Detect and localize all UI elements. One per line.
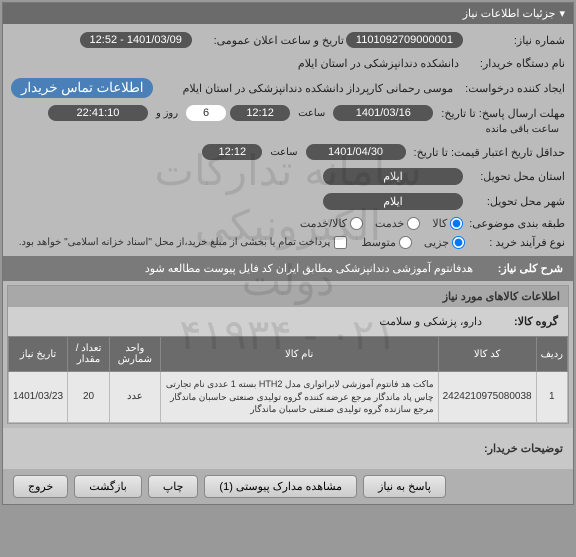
province-value: ایلام: [323, 168, 463, 185]
deadline-label: مهلت ارسال پاسخ: تا تاریخ:: [435, 107, 565, 120]
respond-button[interactable]: پاسخ به نیاز: [363, 475, 446, 498]
goods-table: ردیف کد کالا نام کالا واحد شمارش تعداد /…: [8, 336, 568, 423]
footer-buttons: پاسخ به نیاز مشاهده مدارک پیوستی (1) چاپ…: [3, 469, 573, 504]
radio-service[interactable]: خدمت: [375, 217, 420, 230]
hour-label-1: ساعت: [292, 106, 331, 121]
valid-date: 1401/04/30: [306, 144, 406, 160]
valid-hour: 12:12: [202, 144, 262, 160]
overall-desc-label: شرح کلی نیاز:: [473, 262, 563, 275]
radio-partial-input[interactable]: [452, 236, 465, 249]
panel-header: ▾ جزئیات اطلاعات نیاز: [3, 3, 573, 24]
chevron-down-icon: ▾: [559, 7, 565, 20]
topic-class-label: طبقه بندی موضوعی:: [463, 217, 565, 230]
goods-header: اطلاعات کالاهای مورد نیاز: [8, 286, 568, 307]
treasury-checkbox-row[interactable]: پرداخت تمام یا بخشی از مبلغ خرید،از محل …: [19, 236, 348, 249]
radio-medium-input[interactable]: [399, 236, 412, 249]
cell-name: ماکت هد فانتوم آموزشی لابراتواری مدل HTH…: [160, 372, 438, 423]
buyer-org-value: دانشکده دندانپزشکی در استان ایلام: [292, 55, 465, 72]
back-button[interactable]: بازگشت: [74, 475, 142, 498]
radio-both[interactable]: کالا/خدمت: [300, 217, 363, 230]
radio-goods[interactable]: کالا: [432, 217, 463, 230]
treasury-checkbox[interactable]: [334, 236, 347, 249]
col-row: ردیف: [536, 337, 567, 372]
col-unit: واحد شمارش: [110, 337, 161, 372]
attachments-button[interactable]: مشاهده مدارک پیوستی (1): [204, 475, 357, 498]
panel-title: جزئیات اطلاعات نیاز: [463, 7, 556, 20]
col-name: نام کالا: [160, 337, 438, 372]
cell-idx: 1: [536, 372, 567, 423]
need-no-label: شماره نیاز:: [465, 34, 565, 47]
radio-partial[interactable]: جزیی: [424, 236, 465, 249]
radio-medium[interactable]: متوسط: [361, 236, 412, 249]
print-button[interactable]: چاپ: [148, 475, 199, 498]
hour-label-2: ساعت: [264, 145, 303, 160]
treasury-note: پرداخت تمام یا بخشی از مبلغ خرید،از محل …: [19, 237, 331, 248]
city-label: شهر محل تحویل:: [465, 195, 565, 208]
table-row: 1 2424210975080038 ماکت هد فانتوم آموزشی…: [9, 372, 568, 423]
overall-desc-text: هدفانتوم آموزشی دندانپزشکی مطابق ایران ک…: [145, 262, 473, 275]
requester-label: ایجاد کننده درخواست:: [459, 82, 565, 95]
deadline-hour: 12:12: [230, 105, 290, 121]
public-date-value: 1401/03/09 - 12:52: [80, 32, 192, 48]
radio-service-input[interactable]: [407, 217, 420, 230]
buyer-notes-label: توضیحات خریدار:: [484, 443, 563, 455]
cell-code: 2424210975080038: [438, 372, 536, 423]
days-pre: روز و: [150, 106, 184, 121]
details-body: شماره نیاز: 1101092709000001 تاریخ و ساع…: [3, 24, 573, 256]
remain-suffix: ساعت باقی مانده: [480, 122, 565, 137]
need-no-value: 1101092709000001: [346, 32, 463, 48]
goods-group-value: دارو، پزشکی و سلامت: [373, 313, 488, 330]
remain-days: 6: [186, 105, 226, 121]
cell-unit: عدد: [110, 372, 161, 423]
public-date-label: تاریخ و ساعت اعلان عمومی:: [194, 34, 344, 47]
buyer-org-label: نام دستگاه خریدار:: [465, 57, 565, 70]
buyer-notes: توضیحات خریدار:: [3, 428, 573, 469]
overall-desc-bar: شرح کلی نیاز: هدفانتوم آموزشی دندانپزشکی…: [3, 256, 573, 281]
province-label: استان محل تحویل:: [465, 170, 565, 183]
main-panel: ▾ جزئیات اطلاعات نیاز شماره نیاز: 110109…: [2, 2, 574, 505]
col-date: تاریخ نیاز: [9, 337, 68, 372]
deadline-date: 1401/03/16: [333, 105, 433, 121]
radio-goods-input[interactable]: [450, 217, 463, 230]
buy-type-label: نوع فرآیند خرید :: [465, 236, 565, 249]
contact-buyer-button[interactable]: اطلاعات تماس خریدار: [11, 78, 153, 98]
cell-qty: 20: [68, 372, 110, 423]
col-qty: تعداد / مقدار: [68, 337, 110, 372]
exit-button[interactable]: خروج: [13, 475, 68, 498]
topic-radio-group: کالا خدمت کالا/خدمت: [300, 217, 463, 230]
goods-group-label: گروه کالا:: [488, 315, 558, 328]
buy-type-radio-group: جزیی متوسط: [361, 236, 465, 249]
goods-panel: اطلاعات کالاهای مورد نیاز گروه کالا: دار…: [7, 285, 569, 424]
remain-time: 22:41:10: [48, 105, 148, 121]
radio-both-input[interactable]: [350, 217, 363, 230]
valid-label: حداقل تاریخ اعتبار قیمت: تا تاریخ:: [408, 146, 565, 159]
cell-date: 1401/03/23: [9, 372, 68, 423]
city-value: ایلام: [323, 193, 463, 210]
requester-value: موسی رحمانی کارپرداز دانشکده دندانپزشکی …: [153, 80, 459, 97]
col-code: کد کالا: [438, 337, 536, 372]
